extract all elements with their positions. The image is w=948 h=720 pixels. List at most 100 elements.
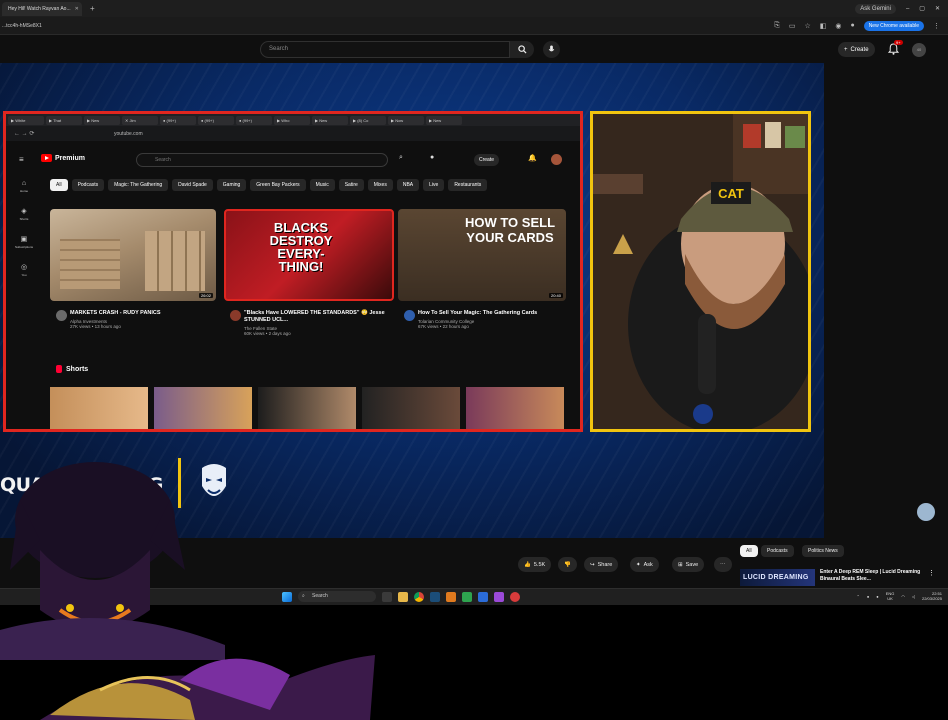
app-icon-purple[interactable] — [494, 591, 504, 602]
plus-icon: + — [844, 46, 848, 53]
app-icon-green[interactable] — [462, 591, 472, 602]
video-title: "Blacks Have LOWERED THE STANDARDS" 😳 Je… — [244, 310, 385, 323]
shorts-label: Shorts — [66, 365, 89, 373]
create-button[interactable]: + Create — [838, 42, 875, 57]
account-avatar[interactable]: 40 — [912, 43, 926, 57]
capture-short-thumbnail — [362, 387, 460, 429]
url-field[interactable]: ...tcc4h-hMSe8X1 — [2, 23, 42, 29]
share-button[interactable]: ↪ Share — [584, 557, 619, 572]
chrome-icon[interactable] — [414, 591, 424, 602]
tray-app-icon-2[interactable]: ● — [876, 594, 878, 599]
you-icon: ◎ — [20, 264, 28, 271]
capture-nav-label: Subscriptions — [14, 245, 33, 249]
shorts-logo-icon — [56, 365, 62, 373]
capture-mic-icon: ● — [430, 154, 435, 161]
tab-title: Hey Hil! Watch Rayvan Ao... — [8, 5, 71, 12]
language-indicator[interactable]: ENG UK — [886, 591, 895, 601]
tray-chevron-icon[interactable]: ⌃ — [857, 594, 860, 599]
menu-kebab-icon[interactable]: ⋮ — [933, 22, 940, 30]
voice-search-button[interactable] — [543, 41, 560, 58]
region-code: UK — [887, 596, 893, 601]
volume-icon[interactable]: ◁ — [912, 594, 915, 599]
recommended-menu-icon[interactable]: ⋮ — [928, 569, 935, 577]
notifications-button[interactable]: 9+ — [887, 40, 903, 57]
app-icon-orange[interactable] — [446, 591, 456, 602]
video-title: How To Sell Your Magic: The Gathering Ca… — [418, 310, 538, 316]
steam-icon[interactable] — [430, 591, 440, 602]
app-icon-blue[interactable] — [478, 591, 488, 602]
capture-nav-subscriptions: ▣ Subscriptions — [15, 235, 33, 249]
taskbar-clock[interactable]: 22:51 22/03/2025 — [922, 591, 942, 601]
capture-nav-home: ⌂ Home — [20, 180, 28, 193]
channel-avatar — [56, 310, 67, 321]
tray-app-icon[interactable]: ● — [867, 594, 869, 599]
capture-video-meta: "Blacks Have LOWERED THE STANDARDS" 😳 Je… — [230, 310, 409, 336]
thumbs-down-icon: 👎 — [564, 561, 571, 568]
search-button[interactable] — [510, 41, 534, 58]
video-duration: 26:02 — [198, 293, 213, 298]
chrome-update-button[interactable]: New Chrome available — [863, 20, 924, 31]
install-icon[interactable]: ⎘ — [774, 22, 780, 30]
capture-video-thumbnail: BLACKS DESTROY EVERY- THING! — [224, 209, 394, 301]
ask-label: Ask — [643, 561, 653, 568]
capture-short-thumbnail — [154, 387, 252, 429]
close-window-icon[interactable]: ✕ — [935, 5, 940, 12]
extension-icon-2[interactable]: ◉ — [835, 22, 841, 30]
share-icon: ↪ — [590, 561, 595, 568]
capture-hamburger-icon: ≡ — [19, 155, 24, 164]
capture-video-thumbnail: HOW TO SELL YOUR CARDS 20:40 — [398, 209, 566, 301]
youtube-header: Search + Create 9+ 40 — [0, 35, 948, 63]
capture-nav-label: Shorts — [19, 217, 29, 221]
maximize-icon[interactable]: ▢ — [919, 5, 925, 12]
channel-watermark[interactable] — [917, 503, 935, 521]
file-explorer-icon[interactable] — [398, 591, 408, 602]
thumbnail-text: HOW TO SELL YOUR CARDS — [464, 215, 556, 245]
app-icon-red[interactable] — [510, 591, 520, 602]
profile-icon[interactable]: ● — [850, 22, 854, 29]
like-button[interactable]: 👍 5.5K — [518, 557, 552, 572]
ask-button[interactable]: ✦ Ask — [630, 557, 659, 572]
dislike-button[interactable]: 👎 — [558, 557, 577, 572]
wifi-icon[interactable]: ◠ — [901, 594, 905, 599]
capture-shorts-heading: Shorts — [56, 365, 88, 373]
capture-tab-strip: ▶ White ▶ That ▶ New ✕ Jim ● (99+) ● (99… — [6, 114, 580, 126]
cast-icon[interactable]: ▭ — [789, 22, 796, 30]
more-actions-button[interactable]: ⋯ — [714, 557, 732, 572]
related-filter-chip[interactable]: Podcasts — [761, 545, 794, 557]
capture-nav-label: You — [21, 273, 27, 277]
recommended-title: Enter A Deep REM Sleep | Lucid Dreaming … — [820, 569, 921, 582]
capture-create-button: Create — [474, 154, 500, 166]
save-button[interactable]: ⊞ Save — [672, 557, 705, 572]
new-tab-icon[interactable]: + — [90, 4, 95, 13]
capture-search-icon: ⌕ — [399, 154, 403, 161]
capture-bell-icon: 🔔 — [528, 155, 537, 162]
system-tray: ⌃ ● ● ENG UK ◠ ◁ 22:51 22/03/2025 — [857, 591, 942, 601]
youtube-logo-icon — [41, 154, 52, 162]
close-tab-icon[interactable]: ✕ — [75, 6, 79, 12]
address-bar: ...tcc4h-hMSe8X1 ⎘ ▭ ☆ ◧ ◉ ● New Chrome … — [0, 17, 948, 35]
capture-avatar — [551, 154, 562, 165]
share-label: Share — [597, 561, 613, 568]
extension-icon[interactable]: ◧ — [820, 22, 827, 30]
search-input[interactable]: Search — [260, 41, 510, 58]
browser-tab[interactable]: Hey Hil! Watch Rayvan Ao... ✕ — [2, 1, 82, 16]
capture-chip: All — [50, 179, 68, 191]
task-view-icon[interactable] — [382, 591, 392, 602]
ask-gemini-button[interactable]: Ask Gemini — [855, 3, 896, 14]
webcam-frame: CAT — [590, 111, 811, 432]
capture-chip: Live — [423, 179, 445, 191]
capture-chip: Podcasts — [71, 179, 105, 191]
subscriptions-icon: ▣ — [20, 236, 28, 243]
capture-chip: Gaming — [216, 179, 247, 191]
box-stack-graphic-2 — [145, 231, 205, 291]
capture-chip: Satire — [338, 179, 364, 191]
related-filter-chip[interactable]: Politics News — [802, 545, 844, 557]
related-filter-chip[interactable]: All — [740, 545, 758, 557]
capture-tab: ▶ White — [8, 115, 44, 125]
channel-avatar — [230, 310, 241, 321]
recommended-video[interactable]: LUCID DREAMING Enter A Deep REM Sleep | … — [740, 569, 935, 587]
minimize-icon[interactable]: – — [906, 6, 909, 12]
video-duration: 20:40 — [548, 293, 563, 298]
capture-tab: ▶ New — [426, 115, 462, 125]
bookmark-star-icon[interactable]: ☆ — [804, 22, 810, 30]
